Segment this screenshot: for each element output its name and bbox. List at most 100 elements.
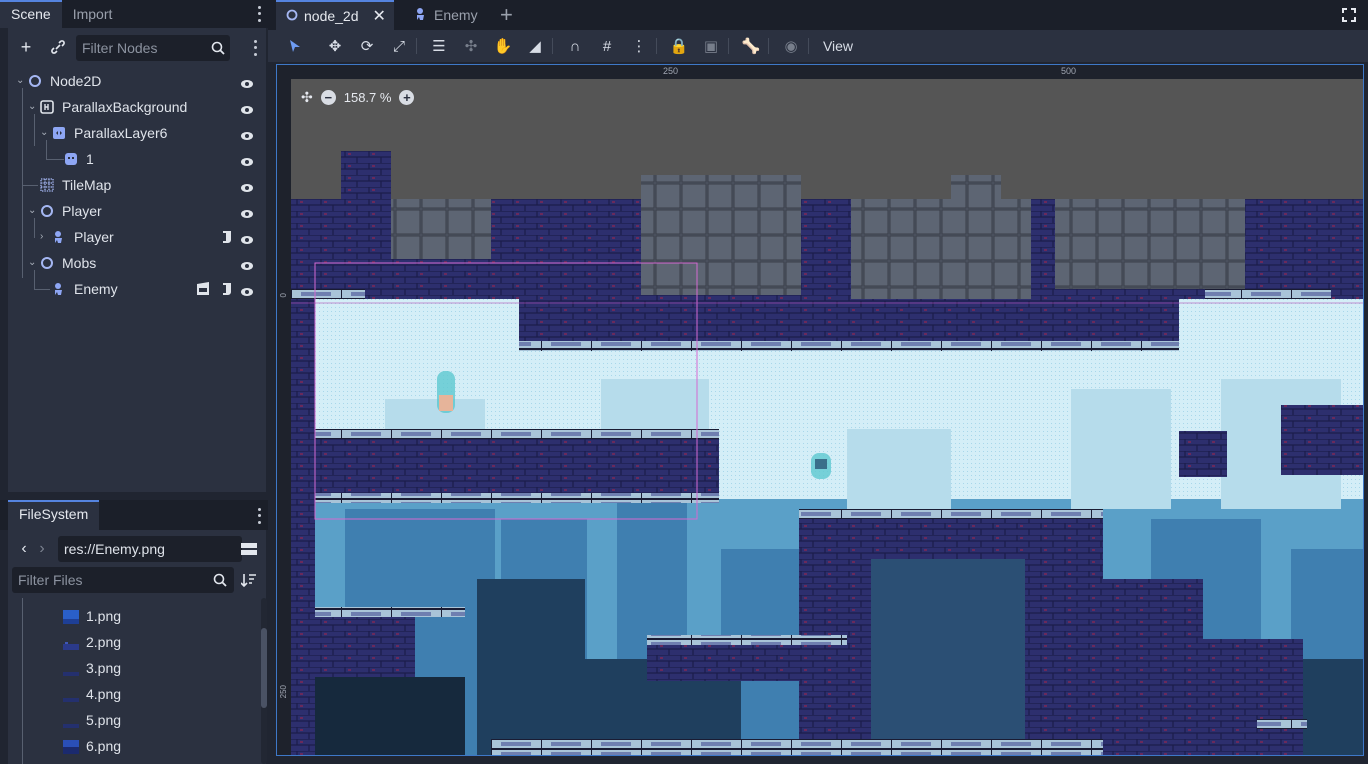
canvas-viewport[interactable]: 250 500 0 250 ✣ − 158.7 % + (276, 64, 1364, 756)
tree-item-node2d[interactable]: ⌄ Node2D (8, 68, 266, 94)
link-icon[interactable] (46, 35, 70, 59)
zoom-out-button[interactable]: − (320, 90, 336, 105)
tree-item-sprite-1[interactable]: 1 (8, 146, 266, 172)
node2d-icon (28, 74, 42, 88)
expand-arrow-icon[interactable]: › (40, 231, 50, 242)
move-mode-icon[interactable]: ✥ (324, 35, 346, 57)
file-item[interactable]: 4.png (8, 682, 256, 708)
character-icon (52, 230, 66, 244)
scene-dock-tabs: Scene Import (0, 0, 268, 28)
filesystem-dock-menu-icon[interactable] (256, 506, 262, 526)
tree-item-label: Node2D (50, 73, 102, 89)
tree-item-tilemap[interactable]: TileMap (8, 172, 266, 198)
ruler-tick-label: 250 (279, 685, 288, 699)
file-item[interactable]: 6.png (8, 734, 256, 760)
collapse-arrow-icon[interactable]: ⌄ (28, 257, 38, 268)
collapse-arrow-icon[interactable]: ⌄ (16, 75, 26, 86)
vertical-ruler[interactable]: 0 250 (277, 65, 291, 755)
add-node-icon[interactable]: + (14, 35, 38, 59)
visibility-eye-icon[interactable] (240, 258, 254, 270)
visibility-eye-icon[interactable] (240, 206, 254, 218)
enemy-sprite (811, 453, 831, 479)
tree-item-label: Player (74, 229, 114, 245)
open-scene-icon[interactable] (196, 282, 210, 296)
parallax-background-icon (40, 100, 54, 114)
player-sprite (437, 371, 455, 413)
visibility-eye-icon[interactable] (240, 128, 254, 140)
tab-enemy[interactable]: Enemy (404, 0, 488, 30)
camera-override-icon[interactable]: ◉ (780, 35, 802, 57)
close-icon[interactable]: ✕ (373, 6, 386, 26)
file-label: 4.png (86, 686, 122, 702)
file-item[interactable]: 5.png (8, 708, 256, 734)
scene-options-icon[interactable] (252, 38, 258, 58)
visibility-eye-icon[interactable] (240, 180, 254, 192)
path-field[interactable]: res://Enemy.png (58, 536, 242, 562)
skeleton-bone-icon[interactable]: 🦴 (740, 35, 762, 57)
pivot-mode-icon[interactable]: ✣ (460, 35, 482, 57)
list-select-icon[interactable]: ☰ (428, 35, 450, 57)
grid-snap-icon[interactable]: # (596, 35, 618, 57)
image-thumbnail-icon (63, 610, 79, 624)
rotate-mode-icon[interactable]: ⟳ (356, 35, 378, 57)
file-label: 6.png (86, 738, 122, 754)
scene-dock-menu-icon[interactable] (256, 4, 262, 24)
ruler-tick-label: 0 (279, 293, 288, 298)
lock-icon[interactable]: 🔒 (668, 35, 690, 57)
tilemap-icon (40, 178, 54, 192)
file-item[interactable]: 3.png (8, 656, 256, 682)
smart-snap-icon[interactable]: ∩ (564, 35, 586, 57)
tree-item-label: ParallaxLayer6 (74, 125, 168, 141)
tab-scene[interactable]: Scene (0, 0, 62, 28)
toggle-split-icon[interactable] (237, 537, 261, 561)
visibility-eye-icon[interactable] (240, 102, 254, 114)
file-label: 2.png (86, 634, 122, 650)
forward-arrow-icon[interactable]: › (30, 537, 54, 561)
group-icon[interactable]: ▣ (700, 35, 722, 57)
tree-item-label: Mobs (62, 255, 97, 271)
visibility-eye-icon[interactable] (240, 284, 254, 296)
view-menu[interactable]: View (820, 35, 856, 57)
center-view-icon[interactable]: ✣ (301, 89, 313, 106)
scale-mode-icon[interactable]: ⤢ (388, 35, 410, 57)
distraction-free-icon[interactable] (1332, 0, 1366, 30)
file-item[interactable]: 2.png (8, 630, 256, 656)
tab-import[interactable]: Import (62, 0, 124, 28)
canvas-toolbar: ✥ ⟳ ⤢ ☰ ✣ ✋ ◢ ∩ # ⋮ 🔒 ▣ 🦴 ◉ View (268, 30, 1368, 62)
script-icon[interactable] (220, 230, 234, 244)
scene-toolbar: + Filter Nodes (8, 32, 266, 62)
collapse-arrow-icon[interactable]: ⌄ (40, 127, 50, 138)
tab-node-2d[interactable]: node_2d ✕ (276, 0, 394, 30)
new-tab-button[interactable]: + (490, 0, 523, 30)
ruler-mode-icon[interactable]: ◢ (524, 35, 546, 57)
collapse-arrow-icon[interactable]: ⌄ (28, 205, 38, 216)
select-mode-icon[interactable] (284, 35, 306, 57)
image-thumbnail-icon (63, 714, 79, 728)
tree-item-parallaxlayer6[interactable]: ⌄ ParallaxLayer6 (8, 120, 266, 146)
pan-mode-icon[interactable]: ✋ (492, 35, 514, 57)
snap-options-icon[interactable]: ⋮ (628, 35, 650, 57)
node2d-icon (286, 8, 298, 24)
image-thumbnail-icon (63, 662, 79, 676)
filter-files-input[interactable]: Filter Files (12, 567, 234, 593)
tree-item-enemy[interactable]: Enemy (8, 276, 266, 302)
zoom-controls: ✣ − 158.7 % + (301, 89, 415, 106)
file-list-scrollbar[interactable] (261, 598, 267, 764)
visibility-eye-icon[interactable] (240, 232, 254, 244)
visibility-eye-icon[interactable] (240, 154, 254, 166)
tree-item-player-group[interactable]: ⌄ Player (8, 198, 266, 224)
visibility-eye-icon[interactable] (240, 76, 254, 88)
file-list: 1.png 2.png 3.png 4.png 5.png 6.png (8, 598, 256, 764)
node2d-icon (40, 204, 54, 218)
collapse-arrow-icon[interactable]: ⌄ (28, 101, 38, 112)
tree-item-player[interactable]: › Player (8, 224, 266, 250)
zoom-level[interactable]: 158.7 % (344, 90, 392, 105)
script-icon[interactable] (220, 282, 234, 296)
horizontal-ruler[interactable]: 250 500 (291, 65, 1363, 79)
tab-filesystem[interactable]: FileSystem (8, 500, 100, 530)
tree-item-mobs[interactable]: ⌄ Mobs (8, 250, 266, 276)
tree-item-parallaxbackground[interactable]: ⌄ ParallaxBackground (8, 94, 266, 120)
file-item[interactable]: 1.png (8, 604, 256, 630)
sort-icon[interactable] (237, 568, 261, 592)
zoom-in-button[interactable]: + (399, 90, 415, 105)
